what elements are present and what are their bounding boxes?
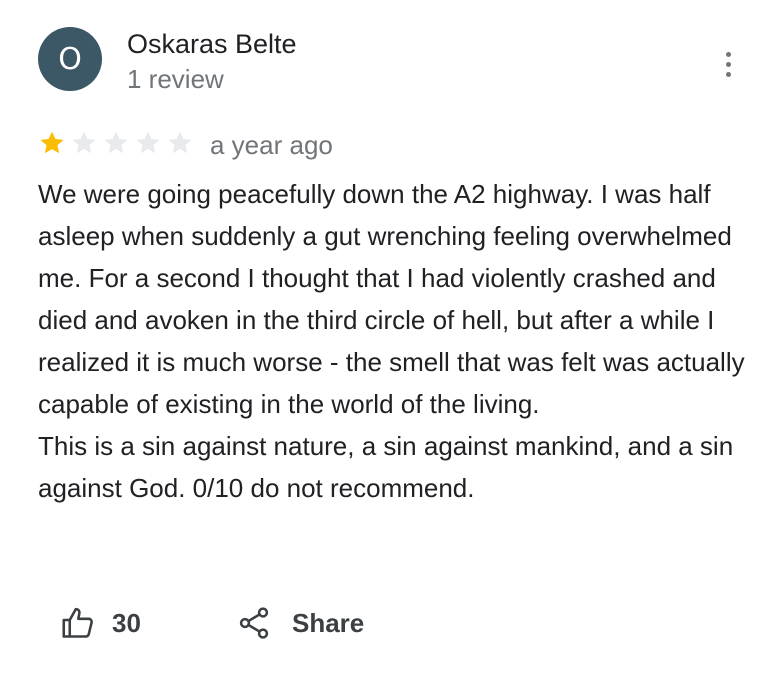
avatar-initial: O	[58, 41, 82, 77]
more-vertical-icon-dot	[725, 71, 731, 77]
reviewer-name[interactable]: Oskaras Belte	[127, 29, 297, 60]
share-button[interactable]: Share	[236, 605, 364, 641]
star-empty-icon	[72, 131, 96, 154]
more-vertical-icon-dot	[725, 61, 731, 67]
more-vertical-icon	[725, 51, 731, 57]
like-count: 30	[112, 607, 141, 638]
review-paragraph-2: This is a sin against nature, a sin agai…	[38, 431, 734, 503]
review-paragraph-1: We were going peacefully down the A2 hig…	[38, 179, 745, 419]
reviewer-review-count: 1 review	[127, 64, 224, 94]
star-filled-icon	[40, 131, 64, 154]
thumb-up-icon	[62, 607, 93, 638]
review-time: a year ago	[210, 130, 333, 160]
review-text: We were going peacefully down the A2 hig…	[38, 173, 750, 509]
like-button[interactable]: 30	[60, 605, 141, 641]
star-empty-icon	[104, 131, 128, 154]
star-rating	[38, 129, 194, 157]
star-empty-icon	[136, 131, 160, 154]
share-label: Share	[292, 607, 365, 638]
star-empty-icon	[168, 131, 192, 154]
more-options-button[interactable]	[710, 46, 746, 82]
reviewer-avatar[interactable]: O	[38, 27, 102, 91]
share-icon	[239, 607, 269, 639]
